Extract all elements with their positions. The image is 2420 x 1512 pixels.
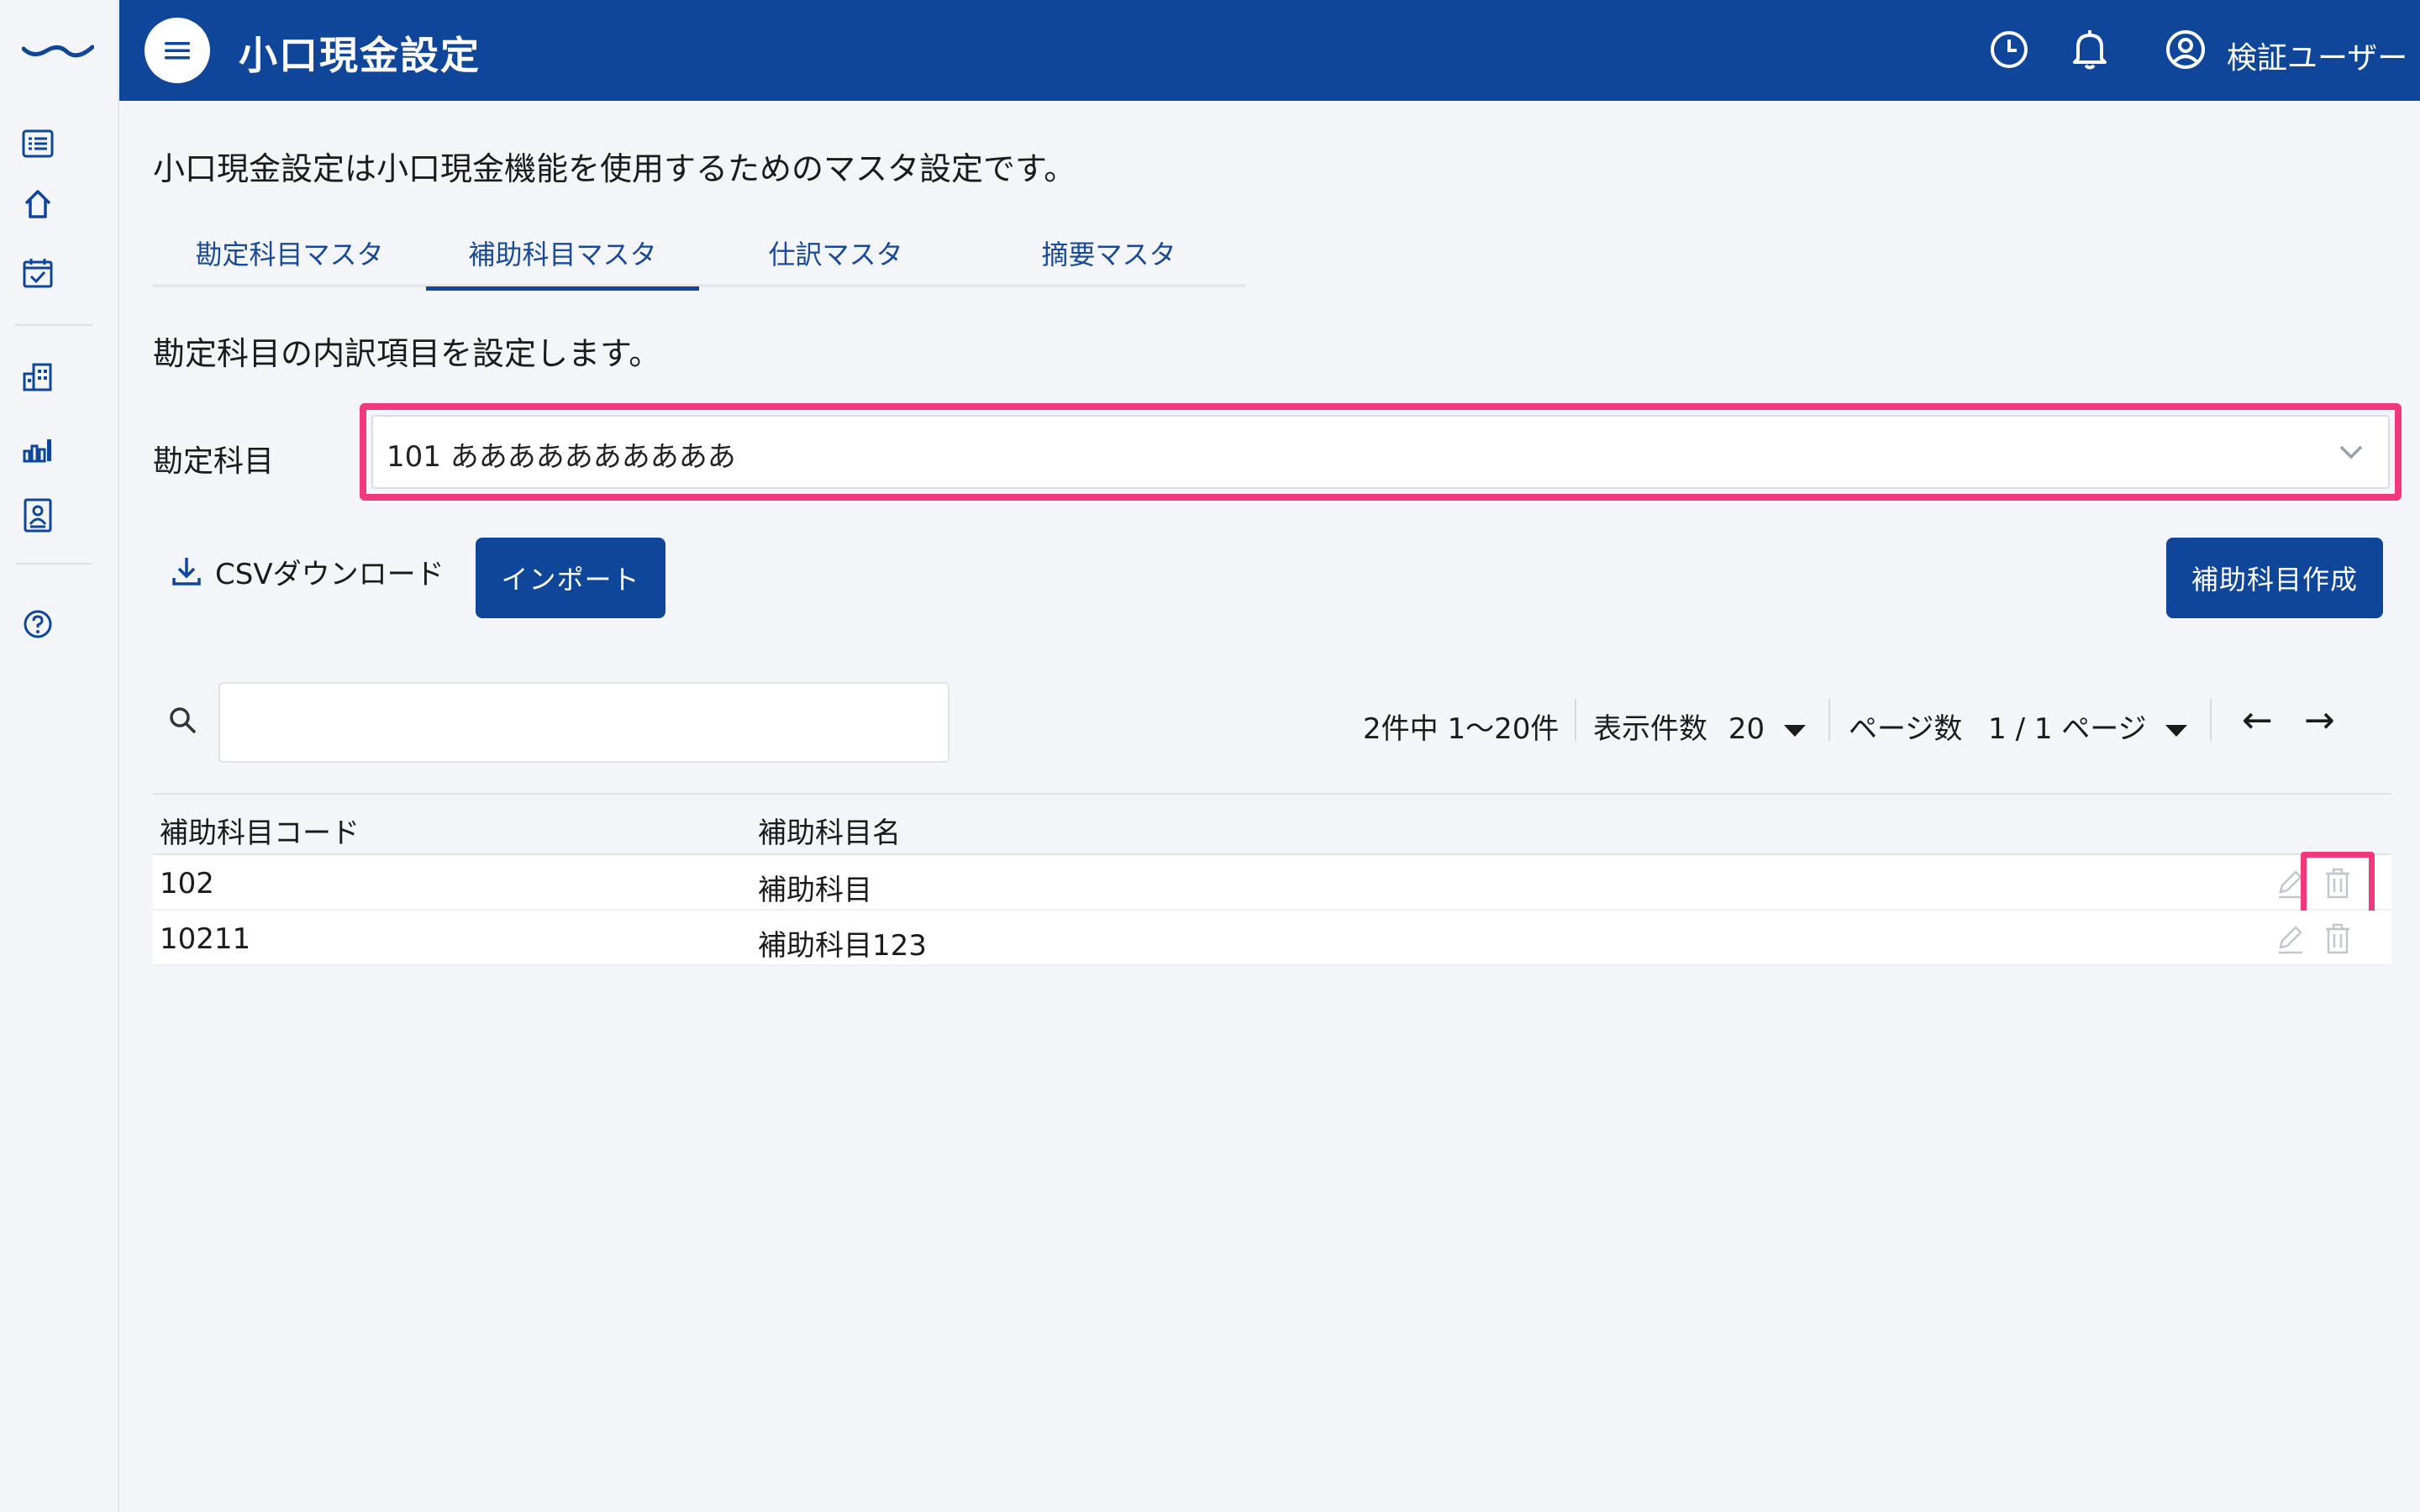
- search-input[interactable]: [218, 682, 950, 763]
- edit-icon[interactable]: [2272, 921, 2309, 958]
- column-header-name: 補助科目名: [758, 816, 901, 850]
- table-row: 10211 補助科目123: [153, 911, 2391, 966]
- row-name: 補助科目: [758, 874, 872, 907]
- bar-chart-icon[interactable]: [20, 432, 55, 467]
- download-icon: [172, 558, 201, 585]
- per-page-label: 表示件数: [1593, 712, 1707, 746]
- page-value: 1 / 1 ページ: [1988, 712, 2147, 746]
- next-page-button[interactable]: →: [2304, 699, 2335, 742]
- search-icon: [170, 707, 197, 734]
- trash-icon[interactable]: [2319, 921, 2356, 958]
- pager-divider: [2210, 699, 2212, 741]
- list-icon[interactable]: [20, 126, 55, 161]
- section-description: 勘定科目の内訳項目を設定します。: [153, 335, 661, 372]
- csv-download-label: CSVダウンロード: [215, 557, 445, 591]
- sidebar-divider: [15, 563, 92, 564]
- csv-download-button[interactable]: CSVダウンロード: [170, 538, 445, 605]
- per-page-value: 20: [1728, 712, 1765, 746]
- table-header: 補助科目コード 補助科目名: [153, 793, 2391, 855]
- caret-down-icon: [2165, 724, 2188, 737]
- pagination-summary: 2件中 1〜20件: [1363, 712, 1560, 746]
- sidebar-divider: [15, 324, 92, 326]
- column-header-code: 補助科目コード: [160, 816, 360, 850]
- row-code: 10211: [160, 922, 251, 956]
- pager-divider: [1828, 699, 1830, 741]
- row-code: 102: [160, 867, 214, 900]
- sub-account-table: 補助科目コード 補助科目名 102 補助科目 10211 補助科目123: [153, 793, 2391, 966]
- account-select-highlight: 101 ああああああああああ: [360, 403, 2402, 501]
- page-title: 小口現金設定: [239, 33, 481, 78]
- trash-icon[interactable]: [2319, 865, 2356, 902]
- user-name[interactable]: 検証ユーザー: [2227, 34, 2407, 77]
- calendar-check-icon[interactable]: [20, 255, 55, 291]
- pager-divider: [1575, 699, 1576, 741]
- intro-text: 小口現金設定は小口現金機能を使用するためのマスタ設定です。: [153, 150, 1076, 187]
- id-badge-icon[interactable]: [20, 497, 55, 533]
- caret-down-icon: [1783, 724, 1806, 737]
- page-label: ページ数: [1849, 712, 1963, 746]
- row-name: 補助科目123: [758, 929, 927, 963]
- hamburger-icon: [165, 42, 190, 60]
- user-avatar-icon[interactable]: [2163, 27, 2208, 72]
- account-select[interactable]: 101 ああああああああああ: [371, 415, 2390, 489]
- app-logo[interactable]: [22, 37, 94, 62]
- tab-summary-master[interactable]: 摘要マスタ: [972, 218, 1245, 287]
- menu-button[interactable]: [145, 18, 210, 83]
- create-sub-account-button[interactable]: 補助科目作成: [2166, 538, 2383, 618]
- tab-sub-account-master[interactable]: 補助科目マスタ: [426, 218, 699, 291]
- prev-page-button[interactable]: ←: [2242, 699, 2273, 742]
- import-button[interactable]: インポート: [476, 538, 666, 618]
- building-icon[interactable]: [20, 360, 55, 395]
- table-row: 102 補助科目: [153, 852, 2391, 919]
- chevron-down-icon: [2339, 445, 2363, 459]
- home-icon[interactable]: [20, 186, 55, 222]
- help-icon[interactable]: [20, 606, 55, 642]
- per-page-select[interactable]: 表示件数 20: [1593, 706, 1806, 747]
- tab-account-master[interactable]: 勘定科目マスタ: [153, 218, 426, 287]
- app-header: 小口現金設定 検証ユーザー: [119, 0, 2420, 101]
- tab-journal-master[interactable]: 仕訳マスタ: [699, 218, 972, 287]
- page-select[interactable]: ページ数 1 / 1 ページ: [1849, 706, 2188, 747]
- history-clock-icon[interactable]: [1986, 27, 2032, 72]
- bell-icon[interactable]: [2067, 27, 2112, 72]
- main-content: 小口現金設定は小口現金機能を使用するためのマスタ設定です。 勘定科目マスタ 補助…: [119, 101, 2420, 1512]
- tab-bar: 勘定科目マスタ 補助科目マスタ 仕訳マスタ 摘要マスタ: [153, 218, 1245, 291]
- account-label: 勘定科目: [153, 444, 275, 479]
- sidebar: [0, 0, 119, 1512]
- account-select-value: 101 ああああああああああ: [387, 440, 736, 474]
